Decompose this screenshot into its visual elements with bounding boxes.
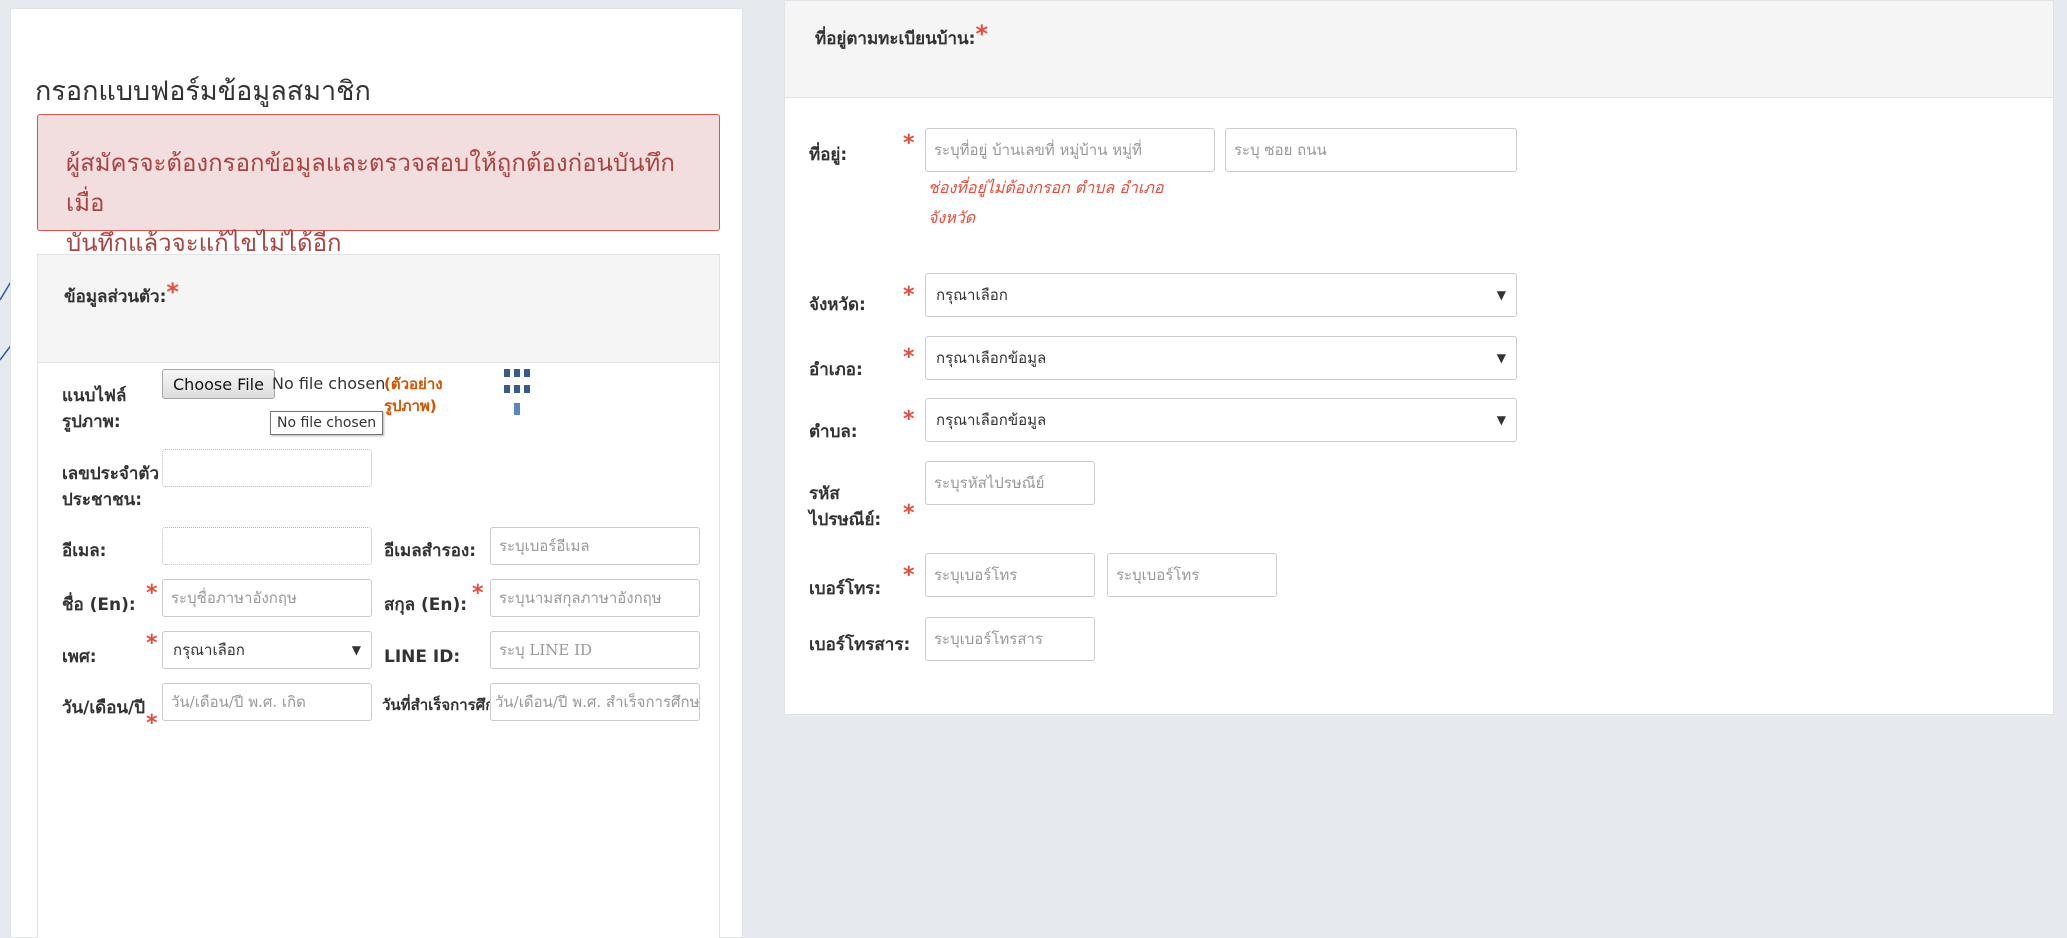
address-input[interactable]: ระบุที่อยู่ บ้านเลขที่ หมู่บ้าน หมู่ที่ — [925, 128, 1215, 172]
choose-file-button[interactable]: Choose File — [162, 369, 275, 399]
file-tooltip: No file chosen — [270, 411, 384, 435]
gender-select[interactable]: กรุณาเลือก ▼ — [162, 631, 372, 669]
gender-required-mark: * — [146, 631, 158, 656]
photo-label: แนบไฟล์ รูปภาพ: — [62, 383, 126, 435]
fax-input[interactable]: ระบุเบอร์โทรสาร — [925, 617, 1095, 661]
name-en-required-mark: * — [146, 581, 158, 606]
chevron-down-icon: ▼ — [1496, 288, 1506, 302]
address-card: ที่อยู่ตามทะเบียนบ้าน:* ที่อยู่: * ระบุท… — [784, 0, 2054, 715]
example-line-2: รูปภาพ) — [384, 397, 437, 415]
email2-input[interactable]: ระบุเบอร์อีเมล — [490, 527, 700, 565]
address-card-title: ที่อยู่ตามทะเบียนบ้าน: — [815, 29, 976, 49]
province-select-value: กรุณาเลือก — [936, 286, 1008, 304]
address-required-mark: * — [903, 131, 915, 156]
postcode-required-mark: * — [903, 501, 915, 526]
chevron-down-icon: ▼ — [1496, 413, 1506, 427]
phone-input-1[interactable]: ระบุเบอร์โทร — [925, 553, 1095, 597]
surname-en-label: สกุล (En): — [384, 595, 468, 615]
surname-en-input[interactable]: ระบุนามสกุลภาษาอังกฤษ — [490, 579, 700, 617]
email-input[interactable] — [162, 527, 372, 565]
required-mark: * — [975, 20, 989, 48]
national-id-input[interactable] — [162, 449, 372, 487]
district-select-value: กรุณาเลือกข้อมูล — [936, 349, 1047, 367]
chevron-down-icon: ▼ — [351, 643, 361, 657]
personal-info-card: ข้อมูลส่วนตัว:* แนบไฟล์ รูปภาพ: Choose F… — [37, 254, 720, 938]
example-image-link[interactable]: (ตัวอย่าง รูปภาพ) — [384, 373, 443, 417]
postcode-label-line-2: ไปรษณีย์: — [809, 510, 882, 530]
phone-label: เบอร์โทร: — [809, 579, 882, 599]
fax-label: เบอร์โทรสาร: — [809, 635, 911, 655]
gender-label: เพศ: — [62, 647, 97, 667]
district-select[interactable]: กรุณาเลือกข้อมูล ▼ — [925, 336, 1517, 380]
required-mark: * — [166, 278, 179, 306]
no-file-chosen-text: No file chosen — [272, 374, 386, 393]
photo-label-line-2: รูปภาพ: — [62, 412, 121, 432]
example-line-1: (ตัวอย่าง — [384, 375, 443, 393]
name-en-label: ชื่อ (En): — [62, 595, 136, 615]
subdistrict-select[interactable]: กรุณาเลือกข้อมูล ▼ — [925, 398, 1517, 442]
subdistrict-label: ตำบล: — [809, 422, 858, 442]
dob-required-mark: * — [146, 711, 158, 736]
postcode-input[interactable]: ระบุรหัสไปรษณีย์ — [925, 461, 1095, 505]
phone-input-2[interactable]: ระบุเบอร์โทร — [1107, 553, 1277, 597]
district-label: อำเภอ: — [809, 360, 863, 380]
phone-required-mark: * — [903, 563, 915, 588]
alert-line-1: ผู้สมัครจะต้องกรอกข้อมูลและตรวจสอบให้ถูก… — [66, 149, 675, 217]
postcode-label-line-1: รหัส — [809, 484, 840, 504]
address-header: ที่อยู่ตามทะเบียนบ้าน:* — [785, 1, 2053, 98]
address-label: ที่อยู่: — [809, 145, 848, 165]
address-hint-line-2: จังหวัด — [928, 208, 976, 227]
page-title: กรอกแบบฟอร์มข้อมูลสมาชิก — [35, 76, 371, 107]
personal-info-header: ข้อมูลส่วนตัว:* — [38, 255, 719, 363]
surname-en-required-mark: * — [472, 581, 484, 606]
chevron-down-icon: ▼ — [1496, 351, 1506, 365]
national-id-label-line-1: เลขประจำตัว — [62, 464, 159, 484]
province-required-mark: * — [903, 283, 915, 308]
province-select[interactable]: กรุณาเลือก ▼ — [925, 273, 1517, 317]
personal-info-title: ข้อมูลส่วนตัว: — [64, 287, 167, 307]
national-id-label: เลขประจำตัว ประชาชน: — [62, 461, 159, 513]
subdistrict-required-mark: * — [903, 407, 915, 432]
address-hint-line-1: ช่องที่อยู่ไม่ต้องกรอก ตำบล อำเภอ — [928, 178, 1164, 197]
right-form-panel: ที่อยู่ตามทะเบียนบ้าน:* ที่อยู่: * ระบุท… — [760, 0, 2067, 938]
address-hint: ช่องที่อยู่ไม่ต้องกรอก ตำบล อำเภอ จังหวั… — [928, 173, 1164, 233]
postcode-label: รหัส ไปรษณีย์: — [809, 481, 881, 533]
alert-warning: ผู้สมัครจะต้องกรอกข้อมูลและตรวจสอบให้ถูก… — [37, 114, 720, 257]
subdistrict-select-value: กรุณาเลือกข้อมูล — [936, 411, 1047, 429]
dob-input[interactable]: วัน/เดือน/ปี พ.ศ. เกิด — [162, 683, 372, 721]
gender-select-value: กรุณาเลือก — [173, 641, 245, 659]
photo-label-line-1: แนบไฟล์ — [62, 386, 127, 406]
left-form-panel: กรอกแบบฟอร์มข้อมูลสมาชิก ผู้สมัครจะต้องก… — [10, 8, 743, 938]
graduation-date-input[interactable]: วัน/เดือน/ปี พ.ศ. สำเร็จการศึกษา — [490, 683, 700, 721]
name-en-input[interactable]: ระบุชื่อภาษาอังกฤษ — [162, 579, 372, 617]
line-id-label: LINE ID: — [384, 647, 461, 667]
email-label: อีเมล: — [62, 541, 107, 561]
dob-label: วัน/เดือน/ปี — [62, 698, 146, 718]
national-id-label-line-2: ประชาชน: — [62, 490, 143, 510]
province-label: จังหวัด: — [809, 295, 866, 315]
line-id-input[interactable]: ระบุ LINE ID — [490, 631, 700, 669]
email2-label: อีเมลสำรอง: — [384, 541, 477, 561]
district-required-mark: * — [903, 345, 915, 370]
example-thumbnail-image — [504, 369, 532, 423]
road-input[interactable]: ระบุ ซอย ถนน — [1225, 128, 1517, 172]
